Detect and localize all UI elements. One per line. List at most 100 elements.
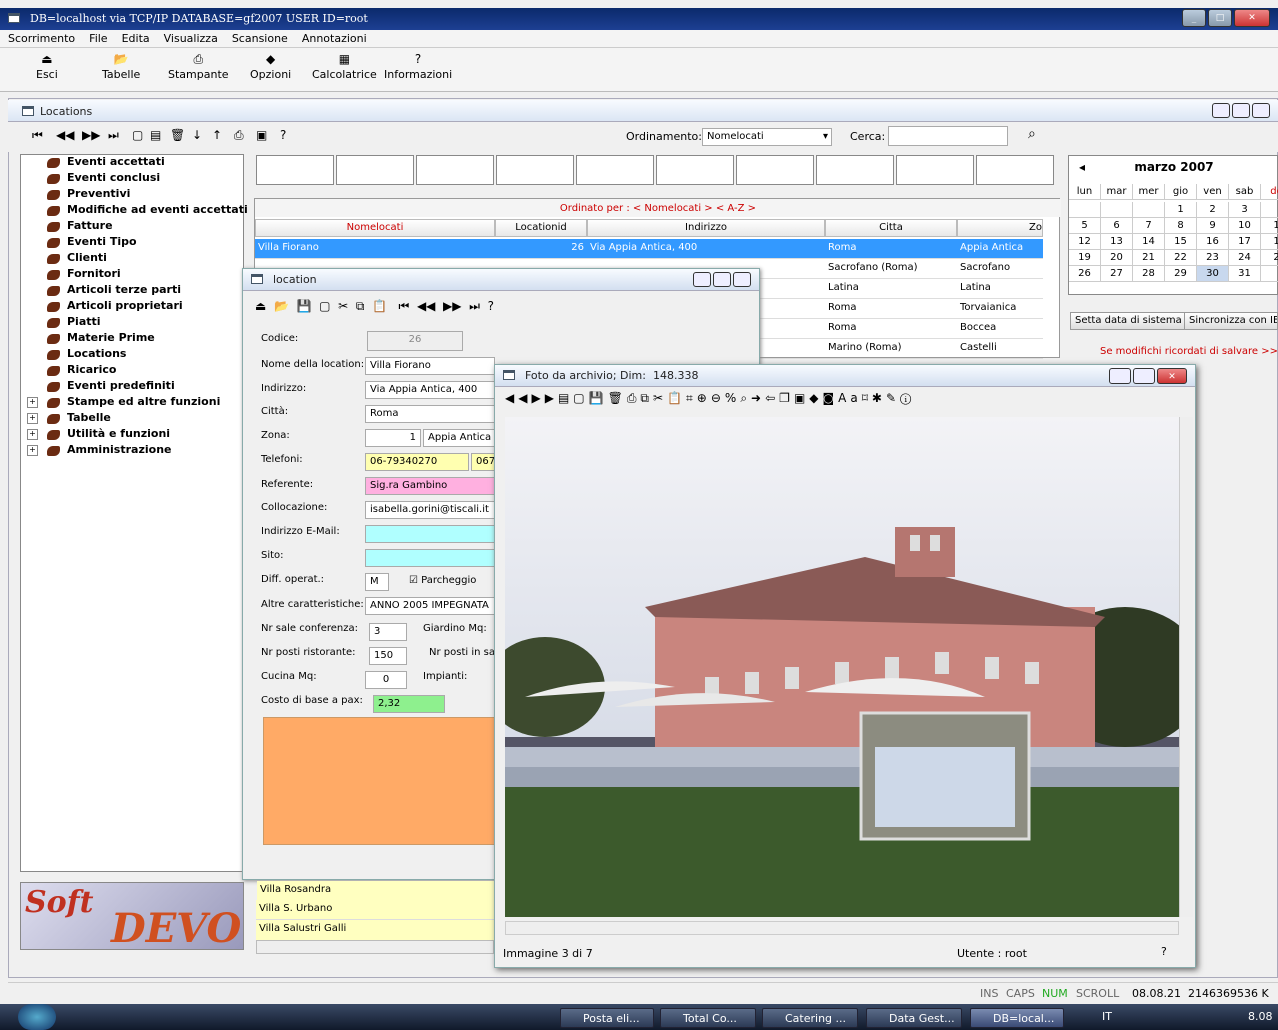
info-icon[interactable]: ⓘ [900,391,915,405]
printer-button[interactable]: ⎙ Stampante [168,52,229,81]
calculator-button[interactable]: ▦ Calcolatrice [312,52,377,81]
save-icon[interactable]: 💾 [297,299,312,313]
next-record-icon[interactable]: ▶▶ [82,128,100,142]
tree-item[interactable]: Articoli proprietari [21,299,243,315]
calendar-day[interactable]: 19 [1069,250,1101,266]
filter-box[interactable] [816,155,894,185]
filter-box[interactable] [736,155,814,185]
options-icon[interactable]: ◆ [809,391,822,405]
cut-icon[interactable]: ✂ [338,299,348,313]
list-item[interactable]: Villa Salustri Galli [256,920,494,940]
tree-item[interactable]: Ricarico [21,363,243,379]
sort-select[interactable]: Nomelocati ▾ [702,128,832,146]
diff-field[interactable]: M [365,573,389,591]
tree-item[interactable]: Eventi conclusi [21,171,243,187]
print-icon[interactable]: ⎙ [234,128,244,143]
cut-icon[interactable]: ✂ [653,391,667,405]
website-field[interactable] [365,549,495,567]
filter-box[interactable] [256,155,334,185]
calendar-day[interactable]: 24 [1229,250,1261,266]
tree-item[interactable]: Amministrazione [21,443,243,459]
sort-desc-icon[interactable]: ↑ [212,128,222,142]
calendar-day[interactable]: 31 [1229,266,1261,282]
calendar-day[interactable]: 13 [1101,234,1133,250]
address-field[interactable]: Via Appia Antica, 400 [365,381,495,399]
maximize-button[interactable]: □ [1208,9,1232,27]
horizontal-scrollbar[interactable] [256,940,494,954]
taskbar-item[interactable]: Total Co... [660,1008,756,1028]
calendar-day[interactable]: 12 [1069,234,1101,250]
delete-icon[interactable]: 🗑 [170,128,185,142]
set-system-date-button[interactable]: Setta data di sistema [1070,312,1187,330]
filter-box[interactable] [656,155,734,185]
calendar-day[interactable]: 21 [1133,250,1165,266]
tree-item[interactable]: Eventi Tipo [21,235,243,251]
zoom-in-icon[interactable]: ⊕ [697,391,711,405]
camera-icon[interactable]: ◙ [823,391,839,405]
maximize-button[interactable] [713,272,731,287]
last-record-icon[interactable]: ⏭ [469,299,480,313]
language-indicator[interactable]: IT [1102,1010,1112,1023]
tree-item[interactable]: Tabelle [21,411,243,427]
notes-area[interactable] [263,717,495,845]
open-icon[interactable]: 📂 [274,299,289,313]
print-icon[interactable]: ⎙ [627,391,641,405]
calendar-day[interactable]: 28 [1133,266,1165,282]
first-record-icon[interactable]: ⏮ [32,128,43,143]
calendar-day[interactable]: 1 [1165,202,1197,218]
contact-field[interactable]: Sig.ra Gambino [365,477,495,495]
tree-item[interactable]: Materie Prime [21,331,243,347]
back-icon[interactable]: ⇦ [765,391,779,405]
tree-item[interactable]: Articoli terze parti [21,283,243,299]
forward-icon[interactable]: ➜ [751,391,765,405]
restaurant-seats-field[interactable]: 150 [369,647,407,665]
zone-name-field[interactable]: Appia Antica [423,429,495,447]
tree-item[interactable]: Fornitori [21,267,243,283]
calendar-day[interactable]: 1 [1261,234,1278,250]
horizontal-scrollbar[interactable] [505,921,1179,935]
start-button[interactable] [18,1004,56,1030]
paste-icon[interactable]: 📋 [372,299,387,313]
tree-item[interactable]: Fatture [21,219,243,235]
tree-item[interactable]: Stampe ed altre funzioni [21,395,243,411]
filter-box[interactable] [576,155,654,185]
calendar-day[interactable]: 2 [1261,250,1278,266]
new-icon[interactable]: ▢ [573,391,588,405]
next-image-icon[interactable]: ▶▶ [531,391,557,405]
calendar-day[interactable]: 10 [1229,218,1261,234]
search-input[interactable] [888,126,1008,146]
options-button[interactable]: ◆ Opzioni [250,52,291,81]
sort-asc-icon[interactable]: ↓ [192,128,202,142]
tree-item[interactable]: Preventivi [21,187,243,203]
calendar-day[interactable]: 8 [1165,218,1197,234]
filter-box[interactable] [336,155,414,185]
help-icon[interactable]: ? [1161,945,1167,958]
save-icon[interactable]: 💾 [589,391,608,405]
mdi-minimize-button[interactable] [1212,103,1230,118]
calendar-day[interactable]: 5 [1069,218,1101,234]
font-smaller-icon[interactable]: a [850,391,861,405]
conference-rooms-field[interactable]: 3 [369,623,407,641]
duplicate-icon[interactable]: ❐ [779,391,794,405]
calendar-day[interactable]: 14 [1133,234,1165,250]
calendar-day[interactable] [1133,202,1165,218]
list-icon[interactable]: ▤ [558,391,573,405]
zoom-out-icon[interactable]: ⊖ [711,391,725,405]
calendar-day[interactable]: 30 [1197,266,1229,282]
calendar-day[interactable]: 2 [1197,202,1229,218]
menu-scorrimento[interactable]: Scorrimento [0,30,81,45]
calendar-day[interactable]: 26 [1069,266,1101,282]
calendar-day[interactable]: 15 [1165,234,1197,250]
calendar-day[interactable] [1261,202,1278,218]
minimize-button[interactable] [693,272,711,287]
close-button[interactable]: ✕ [1157,368,1187,384]
column-header[interactable]: Locationid [495,219,587,237]
taskbar-item[interactable]: Catering ... [762,1008,858,1028]
tree-item[interactable]: Piatti [21,315,243,331]
kitchen-field[interactable]: 0 [365,671,407,689]
search-icon[interactable]: ⌕ [740,391,751,405]
tree-item[interactable]: Clienti [21,251,243,267]
calendar-day[interactable]: 27 [1101,266,1133,282]
tree-item[interactable]: Utilità e funzioni [21,427,243,443]
minimize-button[interactable] [1109,368,1131,384]
